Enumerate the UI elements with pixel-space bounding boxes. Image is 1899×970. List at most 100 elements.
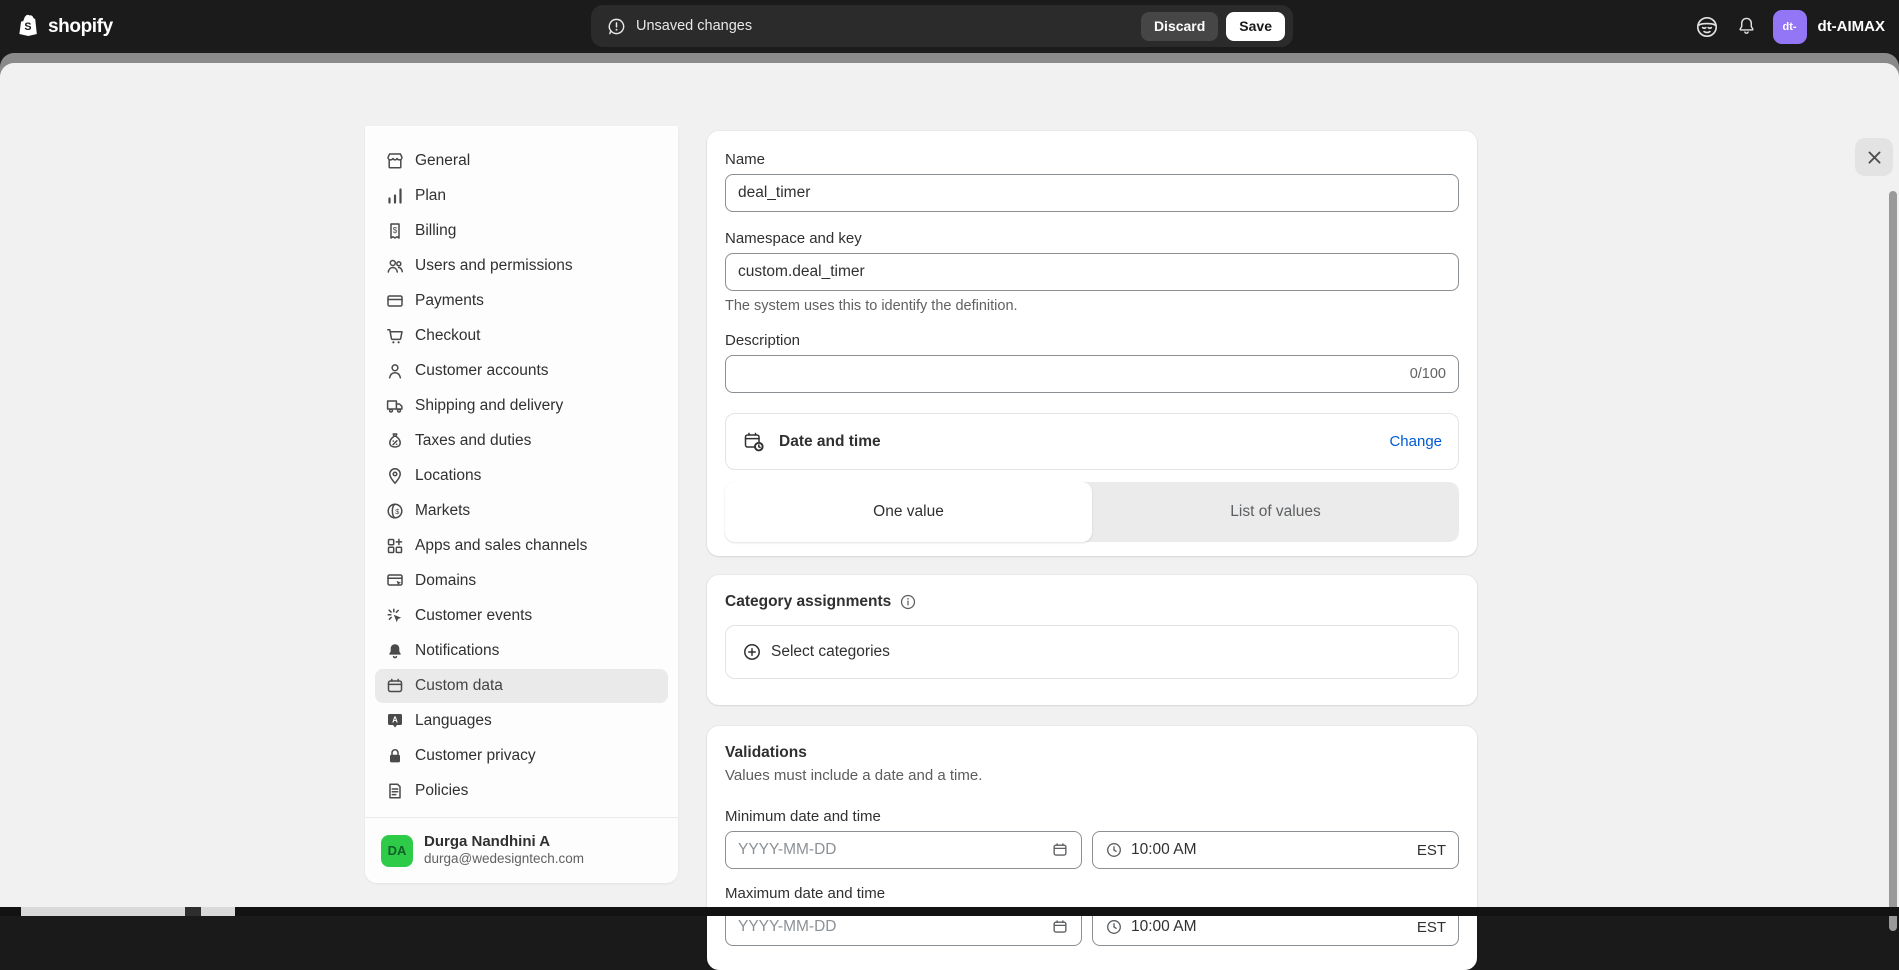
sidebar-item-markets[interactable]: $ Markets xyxy=(375,494,668,528)
shopify-bag-icon: S xyxy=(16,13,43,40)
sidebar-item-notifications[interactable]: Notifications xyxy=(375,634,668,668)
sidebar-item-users-and-permissions[interactable]: Users and permissions xyxy=(375,249,668,283)
close-modal-button[interactable] xyxy=(1855,138,1893,176)
apps-grid-icon xyxy=(385,536,405,556)
maximum-date-label: Maximum date and time xyxy=(725,885,1459,902)
maximum-date-input[interactable] xyxy=(738,918,1051,936)
change-type-link[interactable]: Change xyxy=(1389,433,1442,450)
taxes-icon xyxy=(385,431,405,451)
sidebar-item-customer-privacy[interactable]: Customer privacy xyxy=(375,739,668,773)
definition-card: Name Namespace and key The system uses t… xyxy=(707,131,1477,556)
maximum-timezone: EST xyxy=(1417,919,1446,936)
store-avatar[interactable]: dt- xyxy=(1773,10,1807,44)
svg-text:$: $ xyxy=(395,507,400,516)
sidebar-item-checkout[interactable]: Checkout xyxy=(375,319,668,353)
close-icon xyxy=(1866,149,1883,166)
info-icon[interactable] xyxy=(899,593,917,611)
validations-card: Validations Values must include a date a… xyxy=(707,726,1477,970)
save-button[interactable]: Save xyxy=(1226,12,1285,41)
globe-icon: $ xyxy=(385,501,405,521)
truck-icon xyxy=(385,396,405,416)
namespace-key-input[interactable] xyxy=(725,253,1459,291)
topbar-right-cluster: dt- dt-AIMAX xyxy=(1694,0,1886,53)
sidebar-item-languages[interactable]: A Languages xyxy=(375,704,668,738)
validations-title: Validations xyxy=(725,744,1459,762)
validations-subtitle: Values must include a date and a time. xyxy=(725,767,1459,784)
tab-one-value[interactable]: One value xyxy=(725,482,1092,542)
namespace-help-text: The system uses this to identify the def… xyxy=(725,298,1459,314)
bell-icon xyxy=(385,641,405,661)
user-avatar: DA xyxy=(381,835,413,867)
checkout-cart-icon xyxy=(385,326,405,346)
minimum-date-label: Minimum date and time xyxy=(725,808,1459,825)
cursor-click-icon xyxy=(385,606,405,626)
unsaved-changes-text: Unsaved changes xyxy=(636,18,1141,34)
description-field[interactable]: 0/100 xyxy=(725,355,1459,393)
category-assignments-title: Category assignments xyxy=(725,593,891,611)
user-email: durga@wedesigntech.com xyxy=(424,851,584,868)
sidebar-item-payments[interactable]: Payments xyxy=(375,284,668,318)
description-char-counter: 0/100 xyxy=(1410,366,1446,382)
value-mode-tabs: One value List of values xyxy=(725,482,1459,542)
sidebar-item-locations[interactable]: Locations xyxy=(375,459,668,493)
bottom-edge-bar xyxy=(0,907,1899,916)
sidebar-item-general[interactable]: General xyxy=(375,144,668,178)
content-type-row: Date and time Change xyxy=(725,413,1459,470)
sidebar-item-shipping-and-delivery[interactable]: Shipping and delivery xyxy=(375,389,668,423)
users-icon xyxy=(385,256,405,276)
minimum-timezone: EST xyxy=(1417,842,1446,859)
sidebar-item-custom-data[interactable]: Custom data xyxy=(375,669,668,703)
sidekick-assistant-icon[interactable] xyxy=(1694,14,1720,40)
minimum-time-value: 10:00 AM xyxy=(1131,841,1409,859)
policies-icon xyxy=(385,781,405,801)
namespace-label: Namespace and key xyxy=(725,230,1459,247)
description-input[interactable] xyxy=(738,365,1410,383)
minimum-date-field[interactable] xyxy=(725,831,1082,869)
custom-data-icon xyxy=(385,676,405,696)
sidebar-item-customer-events[interactable]: Customer events xyxy=(375,599,668,633)
calendar-clock-icon xyxy=(742,430,766,454)
vertical-scrollbar[interactable] xyxy=(1889,191,1897,931)
clock-icon xyxy=(1105,918,1123,936)
settings-modal: General Plan $ Billing Users and permiss… xyxy=(0,63,1899,907)
sidebar-item-policies[interactable]: Policies xyxy=(375,774,668,808)
sidebar-item-domains[interactable]: Domains xyxy=(375,564,668,598)
maximum-time-value: 10:00 AM xyxy=(1131,918,1409,936)
category-assignments-card: Category assignments Select categories xyxy=(707,575,1477,705)
unsaved-changes-banner: Unsaved changes Discard Save xyxy=(591,5,1293,47)
sidebar-item-plan[interactable]: Plan xyxy=(375,179,668,213)
bottom-edge-highlight xyxy=(21,907,235,916)
domains-icon xyxy=(385,571,405,591)
description-label: Description xyxy=(725,332,1459,349)
svg-text:S: S xyxy=(24,21,31,33)
discard-button[interactable]: Discard xyxy=(1141,12,1218,41)
sidebar-item-billing[interactable]: $ Billing xyxy=(375,214,668,248)
minimum-date-input[interactable] xyxy=(738,841,1051,859)
svg-text:$: $ xyxy=(393,226,398,235)
minimum-time-field[interactable]: 10:00 AM EST xyxy=(1092,831,1459,869)
plan-chart-icon xyxy=(385,186,405,206)
calendar-icon[interactable] xyxy=(1051,918,1069,936)
select-categories-button[interactable]: Select categories xyxy=(725,625,1459,679)
user-name: Durga Nandhini A xyxy=(424,833,584,852)
sidebar-item-taxes-and-duties[interactable]: Taxes and duties xyxy=(375,424,668,458)
select-categories-label: Select categories xyxy=(771,643,890,661)
languages-icon: A xyxy=(385,711,405,731)
bottom-edge-notch xyxy=(185,907,201,916)
name-label: Name xyxy=(725,151,1459,168)
sidebar-user-section[interactable]: DA Durga Nandhini A durga@wedesigntech.c… xyxy=(365,817,678,883)
payments-icon xyxy=(385,291,405,311)
store-name[interactable]: dt-AIMAX xyxy=(1818,18,1886,35)
sidebar-item-customer-accounts[interactable]: Customer accounts xyxy=(375,354,668,388)
tab-list-of-values[interactable]: List of values xyxy=(1092,482,1459,542)
person-icon xyxy=(385,361,405,381)
location-pin-icon xyxy=(385,466,405,486)
plus-circle-icon xyxy=(742,642,762,662)
calendar-icon[interactable] xyxy=(1051,841,1069,859)
shopify-logo[interactable]: S shopify xyxy=(16,0,113,53)
notifications-bell-icon[interactable] xyxy=(1735,15,1758,38)
topbar: S shopify Unsaved changes Discard Save xyxy=(0,0,1899,53)
name-input[interactable] xyxy=(725,174,1459,212)
lock-icon xyxy=(385,746,405,766)
sidebar-item-apps-and-sales-channels[interactable]: Apps and sales channels xyxy=(375,529,668,563)
